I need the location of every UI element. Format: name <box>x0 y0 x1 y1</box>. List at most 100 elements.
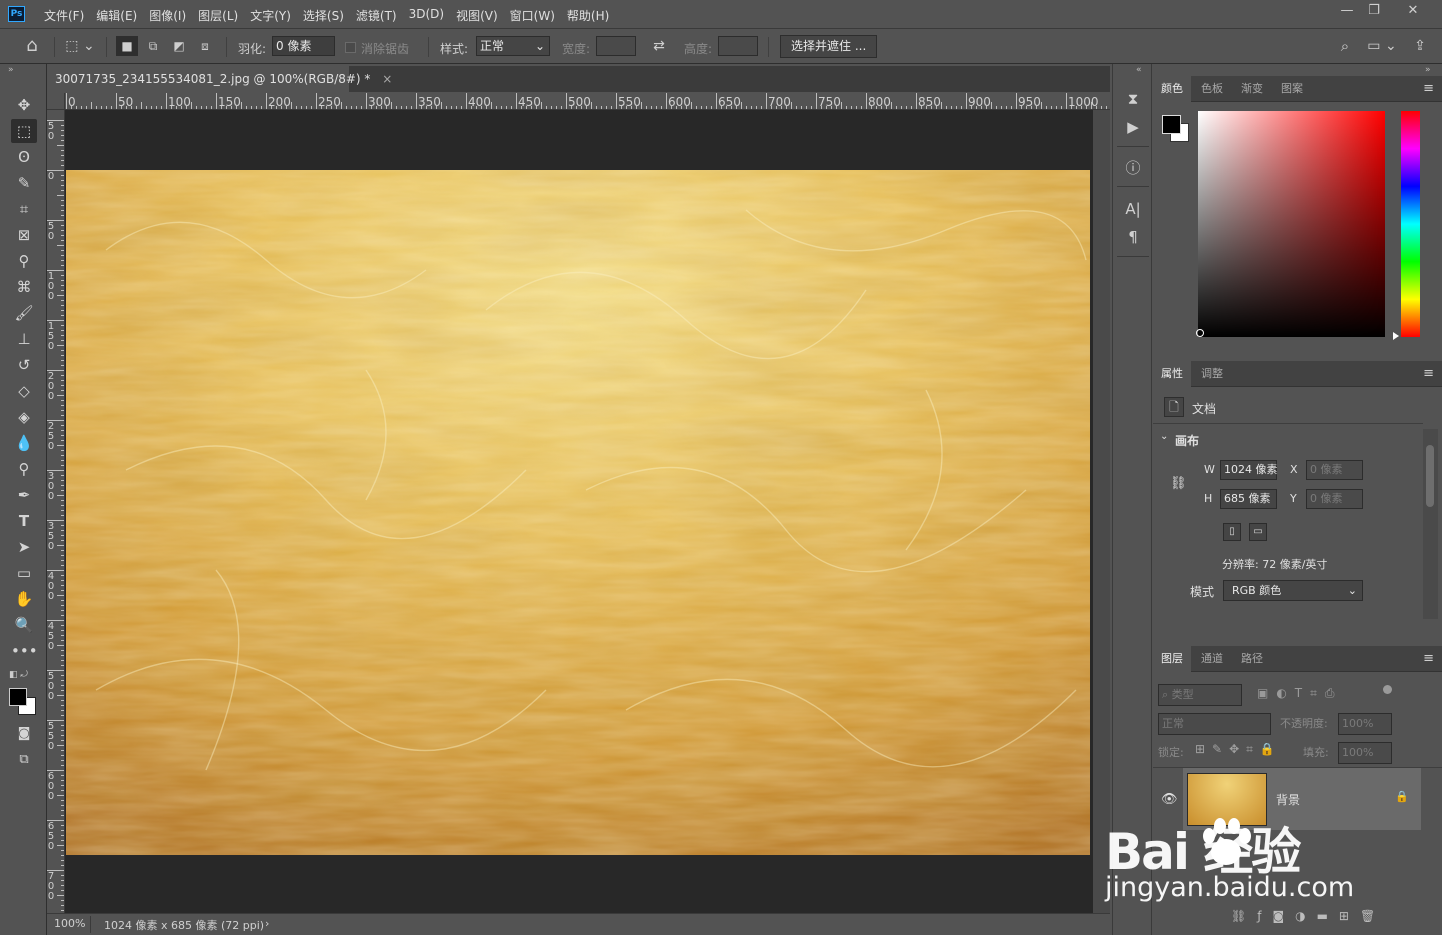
share-icon[interactable]: ⇪ <box>1408 36 1432 56</box>
antialias-checkbox[interactable] <box>345 42 356 53</box>
height-input[interactable] <box>718 36 758 56</box>
default-colors-icon[interactable]: ◧ ⤾ <box>9 670 28 680</box>
zoom-level[interactable]: 100% <box>54 917 85 930</box>
vertical-scrollbar[interactable] <box>1093 110 1110 913</box>
fill-input[interactable]: 100% <box>1338 742 1392 764</box>
blur-tool-icon[interactable]: 💧 <box>11 431 37 455</box>
document-tab[interactable]: 30071735_234155534081_2.jpg @ 100%(RGB/8… <box>47 66 392 92</box>
rectangle-tool-icon[interactable]: ▭ <box>11 561 37 585</box>
menu-image[interactable]: 图像(I) <box>143 7 192 24</box>
feather-input[interactable]: 0 像素 <box>272 36 335 56</box>
minimize-button[interactable]: — <box>1334 2 1360 22</box>
tab-layers[interactable]: 图层 <box>1153 646 1191 672</box>
menu-filter[interactable]: 滤镜(T) <box>350 7 403 24</box>
subtract-selection-icon[interactable]: ◩ <box>168 36 190 56</box>
status-menu-arrow[interactable]: › <box>265 917 269 930</box>
menu-window[interactable]: 窗口(W) <box>504 7 561 24</box>
hand-tool-icon[interactable]: ✋ <box>11 587 37 611</box>
layers-panel-menu-icon[interactable]: ≡ <box>1423 651 1434 666</box>
workspace-icon[interactable]: ▭ ⌄ <box>1364 36 1400 56</box>
tab-channels[interactable]: 通道 <box>1193 646 1231 672</box>
tab-properties[interactable]: 属性 <box>1153 361 1191 387</box>
actions-panel-icon[interactable]: ▶ <box>1121 115 1145 139</box>
rect-marquee-tool-icon[interactable]: ⬚ <box>11 119 37 143</box>
tab-patterns[interactable]: 图案 <box>1273 76 1311 102</box>
restore-button[interactable]: ❐ <box>1361 2 1387 22</box>
quick-select-tool-icon[interactable]: ✎ <box>11 171 37 195</box>
properties-scrollbar[interactable] <box>1423 429 1438 619</box>
stamp-tool-icon[interactable]: ⊥ <box>11 327 37 351</box>
layer-actions-icons[interactable]: ⛓ƒ◙◑▬⊞🗑 <box>1231 909 1386 923</box>
eyedropper-tool-icon[interactable]: ⚲ <box>11 249 37 273</box>
chevron-down-icon[interactable]: ⌄ <box>1160 431 1168 442</box>
menu-view[interactable]: 视图(V) <box>450 7 504 24</box>
blend-mode-select[interactable]: 正常 <box>1158 713 1271 735</box>
horizontal-ruler[interactable]: 0 50 100 150 200 250 300 350 400 450 500 550 600 650 7… <box>65 93 1110 110</box>
menu-type[interactable]: 文字(Y) <box>244 7 297 24</box>
layer-filter-icons[interactable]: ▣◐T⌗⎙ <box>1257 686 1343 701</box>
dodge-tool-icon[interactable]: ⚲ <box>11 457 37 481</box>
color-mode-select[interactable]: RGB 颜色 ⌄ <box>1223 580 1363 601</box>
properties-scroll-thumb[interactable] <box>1426 445 1434 507</box>
close-tab-icon[interactable]: × <box>382 72 392 86</box>
menu-3d[interactable]: 3D(D) <box>403 7 450 24</box>
canvas-x-input[interactable]: 0 像素 <box>1306 460 1363 480</box>
color-panel-menu-icon[interactable]: ≡ <box>1423 81 1434 96</box>
character-panel-icon[interactable]: A| <box>1121 197 1145 221</box>
width-input[interactable] <box>596 36 636 56</box>
tab-gradients[interactable]: 渐变 <box>1233 76 1271 102</box>
menu-file[interactable]: 文件(F) <box>38 7 90 24</box>
canvas-width-input[interactable]: 1024 像素 <box>1220 460 1278 480</box>
document-image[interactable] <box>66 170 1090 855</box>
color-fg-swatch[interactable] <box>1162 115 1181 134</box>
search-icon[interactable]: ⌕ <box>1334 36 1356 56</box>
screen-mode-icon[interactable]: ⧉ <box>11 748 37 772</box>
color-picker-cursor[interactable] <box>1196 329 1204 337</box>
canvas-height-input[interactable]: 685 像素 <box>1220 489 1277 509</box>
gradient-tool-icon[interactable]: ◈ <box>11 405 37 429</box>
tab-color[interactable]: 颜色 <box>1153 76 1191 102</box>
intersect-selection-icon[interactable]: ⧈ <box>194 36 216 56</box>
portrait-orientation-icon[interactable]: ▯ <box>1223 523 1241 541</box>
frame-tool-icon[interactable]: ⊠ <box>11 223 37 247</box>
hue-slider[interactable] <box>1401 111 1420 337</box>
color-spectrum-picker[interactable] <box>1198 111 1385 337</box>
collapse-panels-icon[interactable]: « <box>1136 65 1142 75</box>
layer-visibility-eye-icon[interactable]: 👁 <box>1161 792 1178 807</box>
menu-layer[interactable]: 图层(L) <box>192 7 244 24</box>
home-icon[interactable]: ⌂ <box>20 36 44 56</box>
layer-filter-select[interactable]: ⌕ 类型 <box>1158 684 1242 706</box>
history-panel-icon[interactable]: ⧗ <box>1121 87 1145 111</box>
menu-help[interactable]: 帮助(H) <box>561 7 615 24</box>
opacity-input[interactable]: 100% <box>1338 713 1392 735</box>
info-panel-icon[interactable]: ⓘ <box>1121 156 1145 180</box>
more-tools-icon[interactable]: ••• <box>11 639 38 663</box>
pen-tool-icon[interactable]: ✒ <box>11 483 37 507</box>
canvas-y-input[interactable]: 0 像素 <box>1306 489 1363 509</box>
expand-toolbar-icon[interactable]: » <box>8 65 14 75</box>
crop-tool-icon[interactable]: ⌗ <box>11 197 37 221</box>
paragraph-panel-icon[interactable]: ¶ <box>1121 225 1145 249</box>
tab-adjustments[interactable]: 调整 <box>1193 361 1231 387</box>
eraser-tool-icon[interactable]: ◇ <box>11 379 37 403</box>
add-selection-icon[interactable]: ⧉ <box>142 36 164 56</box>
expand-panels-icon[interactable]: » <box>1425 65 1431 75</box>
tab-swatches[interactable]: 色板 <box>1193 76 1231 102</box>
properties-panel-menu-icon[interactable]: ≡ <box>1423 366 1434 381</box>
zoom-tool-icon[interactable]: 🔍 <box>11 613 37 637</box>
move-tool-icon[interactable]: ✥ <box>11 93 37 117</box>
healing-tool-icon[interactable]: ⌘ <box>11 275 37 299</box>
quick-mask-icon[interactable]: ◙ <box>11 722 37 746</box>
type-tool-icon[interactable]: T <box>11 509 37 533</box>
brush-tool-icon[interactable]: 🖌 <box>11 301 37 325</box>
layer-row-background[interactable]: 背景 🔒 <box>1183 768 1421 830</box>
menu-select[interactable]: 选择(S) <box>297 7 350 24</box>
swap-icon[interactable]: ⇄ <box>648 36 670 56</box>
link-icon[interactable]: ⛓ <box>1170 476 1187 491</box>
close-window-button[interactable]: ✕ <box>1398 2 1428 22</box>
ruler-origin[interactable] <box>47 93 65 110</box>
path-select-tool-icon[interactable]: ➤ <box>11 535 37 559</box>
foreground-color-swatch[interactable] <box>9 688 27 706</box>
style-select[interactable]: 正常 ⌄ <box>476 36 550 56</box>
vertical-ruler[interactable]: 50 0 50 100 150 200 250 300 350 400 450 500 550 600 65… <box>47 110 65 913</box>
